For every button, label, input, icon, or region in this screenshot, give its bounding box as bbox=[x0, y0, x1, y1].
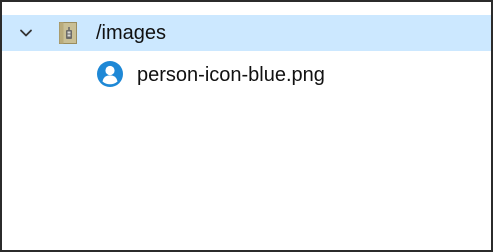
folder-row-images[interactable]: /images bbox=[2, 15, 491, 51]
chevron-down-icon[interactable] bbox=[18, 25, 34, 41]
file-tree-panel: /images person-icon-blue.png bbox=[0, 0, 493, 252]
file-tree: /images person-icon-blue.png bbox=[2, 2, 491, 250]
folder-label: /images bbox=[96, 22, 167, 44]
file-row-person-icon-blue[interactable]: person-icon-blue.png bbox=[2, 57, 491, 93]
archive-folder-icon bbox=[59, 22, 77, 44]
person-icon bbox=[97, 61, 123, 87]
file-label: person-icon-blue.png bbox=[137, 64, 325, 86]
